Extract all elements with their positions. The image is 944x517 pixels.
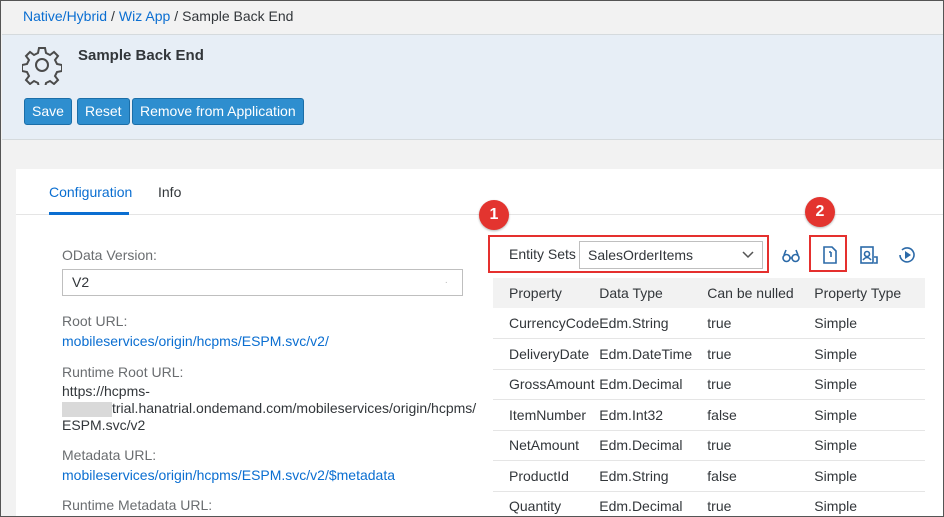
cell-property-type: Simple xyxy=(814,399,925,431)
cell-property-type: Simple xyxy=(814,460,925,492)
cell-can-be-nulled: true xyxy=(707,369,815,400)
metadata-url-link[interactable]: mobileservices/origin/hcpms/ESPM.svc/v2/… xyxy=(62,467,395,483)
breadcrumb-wiz-app[interactable]: Wiz App xyxy=(119,8,170,24)
cell-property-type: Simple xyxy=(814,491,925,516)
tab-configuration[interactable]: Configuration xyxy=(49,184,132,200)
table-row[interactable]: ItemNumber Edm.Int32 false Simple xyxy=(493,399,925,431)
redacted-block xyxy=(62,401,112,417)
gear-icon xyxy=(22,47,62,85)
tab-active-indicator xyxy=(49,212,129,215)
table-row[interactable]: NetAmount Edm.Decimal true Simple xyxy=(493,430,925,461)
column-header-data-type[interactable]: Data Type xyxy=(599,278,708,308)
breadcrumb-current: Sample Back End xyxy=(182,8,294,24)
metadata-url-label: Metadata URL: xyxy=(62,447,157,463)
cell-can-be-nulled: true xyxy=(707,338,815,370)
cell-property: GrossAmount xyxy=(493,369,600,400)
callout-entity-sets xyxy=(488,235,769,273)
contact-icon[interactable] xyxy=(858,245,878,265)
column-header-property-type[interactable]: Property Type xyxy=(814,278,925,308)
breadcrumb-separator: / xyxy=(174,8,179,24)
table-row[interactable]: ProductId Edm.String false Simple xyxy=(493,460,925,492)
cell-property-type: Simple xyxy=(814,308,925,339)
root-url-link[interactable]: mobileservices/origin/hcpms/ESPM.svc/v2/ xyxy=(62,333,329,349)
runtime-root-url-line3: ESPM.svc/v2 xyxy=(62,417,146,433)
table-row[interactable]: GrossAmount Edm.Decimal true Simple xyxy=(493,369,925,400)
cell-property: ItemNumber xyxy=(493,399,600,431)
cell-property-type: Simple xyxy=(814,338,925,370)
table-row[interactable]: Quantity Edm.Decimal true Simple xyxy=(493,491,925,516)
object-header: Sample Back End Save Reset Remove from A… xyxy=(2,34,943,140)
tab-info[interactable]: Info xyxy=(158,184,181,200)
breadcrumb-separator: / xyxy=(111,8,115,24)
odata-version-label: OData Version: xyxy=(62,247,157,263)
field-marker-icon: · xyxy=(444,277,448,288)
root-url-label: Root URL: xyxy=(62,313,128,329)
remove-from-application-button[interactable]: Remove from Application xyxy=(132,98,304,125)
callout-badge-2: 2 xyxy=(805,197,835,227)
cell-can-be-nulled: false xyxy=(707,399,815,431)
cell-data-type: Edm.Decimal xyxy=(599,369,708,400)
breadcrumb: Native/Hybrid / Wiz App / Sample Back End xyxy=(23,8,293,24)
cell-data-type: Edm.Decimal xyxy=(599,430,708,461)
cell-property: Quantity xyxy=(493,491,600,516)
cell-property-type: Simple xyxy=(814,430,925,461)
cell-can-be-nulled: true xyxy=(707,430,815,461)
runtime-root-url-label: Runtime Root URL: xyxy=(62,364,184,380)
odata-version-field[interactable]: V2 · xyxy=(62,269,463,296)
callout-document-icon xyxy=(809,235,847,272)
reset-button[interactable]: Reset xyxy=(77,98,130,125)
cell-property: CurrencyCode xyxy=(493,308,600,339)
cell-property: DeliveryDate xyxy=(493,338,600,370)
runtime-root-url-line1: https://hcpms- xyxy=(62,383,150,399)
app-window: Native/Hybrid / Wiz App / Sample Back End Sa… xyxy=(0,0,944,517)
cell-data-type: Edm.String xyxy=(599,460,708,492)
cell-can-be-nulled: false xyxy=(707,460,815,492)
play-icon[interactable] xyxy=(897,245,917,265)
cell-data-type: Edm.DateTime xyxy=(599,338,708,370)
cell-property: NetAmount xyxy=(493,430,600,461)
properties-table: Property Data Type Can be nulled Propert… xyxy=(493,278,925,516)
cell-property: ProductId xyxy=(493,460,600,492)
cell-data-type: Edm.Int32 xyxy=(599,399,708,431)
save-button[interactable]: Save xyxy=(24,98,72,125)
glasses-icon[interactable] xyxy=(781,246,801,266)
cell-data-type: Edm.Decimal xyxy=(599,491,708,516)
cell-can-be-nulled: true xyxy=(707,308,815,339)
column-header-property[interactable]: Property xyxy=(493,278,600,308)
runtime-root-url-line2: trial.hanatrial.ondemand.com/mobileservi… xyxy=(62,400,476,417)
cell-can-be-nulled: true xyxy=(707,491,815,516)
cell-data-type: Edm.String xyxy=(599,308,708,339)
cell-property-type: Simple xyxy=(814,369,925,400)
callout-badge-1: 1 xyxy=(479,200,509,230)
runtime-metadata-url-label: Runtime Metadata URL: xyxy=(62,497,213,513)
page-title: Sample Back End xyxy=(78,47,204,64)
table-header-row: Property Data Type Can be nulled Propert… xyxy=(493,278,925,308)
table-row[interactable]: CurrencyCode Edm.String true Simple xyxy=(493,308,925,339)
column-header-can-be-nulled[interactable]: Can be nulled xyxy=(707,278,815,308)
odata-version-value: V2 xyxy=(72,274,90,290)
breadcrumb-native-hybrid[interactable]: Native/Hybrid xyxy=(23,8,107,24)
table-row[interactable]: DeliveryDate Edm.DateTime true Simple xyxy=(493,338,925,370)
